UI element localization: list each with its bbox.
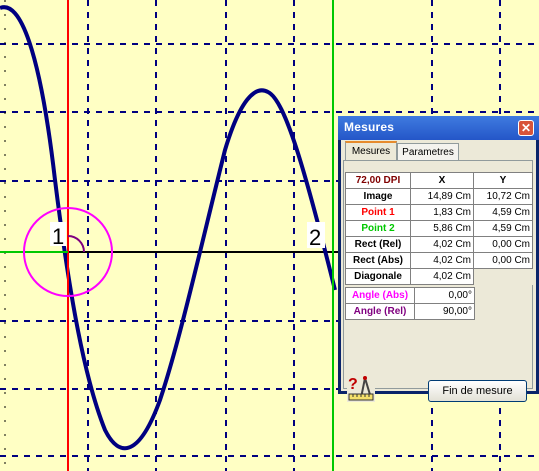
row-x-point2: 5,86 Cm (410, 220, 474, 237)
angle-abs-value: 0,00° (414, 287, 475, 304)
row-label-point1: Point 1 (345, 204, 411, 221)
table-row: Point 1 1,83 Cm 4,59 Cm (345, 204, 533, 221)
row-y-rect-rel: 0,00 Cm (473, 236, 533, 253)
dialog-client: Mesures Parametres 72,00 DPI X Y Image 1… (341, 140, 536, 402)
row-x-image: 14,89 Cm (410, 188, 474, 205)
table-row: Rect (Abs) 4,02 Cm 0,00 Cm (345, 252, 533, 269)
row-x-rect-rel: 4,02 Cm (410, 236, 474, 253)
angle-table: Angle (Abs) 0,00° Angle (Rel) 90,00° (345, 287, 475, 320)
row-label-image: Image (345, 188, 411, 205)
angle-rel-value: 90,00° (414, 303, 475, 320)
row-label-rect-abs: Rect (Abs) (345, 252, 411, 269)
help-ruler-icon[interactable]: ? (347, 374, 375, 402)
row-y-point1: 4,59 Cm (473, 204, 533, 221)
col-y-header: Y (473, 172, 533, 189)
col-x-header: X (410, 172, 474, 189)
tab-mesures[interactable]: Mesures (345, 141, 397, 160)
marker1-label: 1 (52, 224, 64, 249)
dialog-title: Mesures (344, 120, 395, 134)
fin-de-mesure-button[interactable]: Fin de mesure (428, 380, 527, 402)
mesures-dialog: Mesures ✕ Mesures Parametres 72,00 DPI X… (338, 116, 539, 402)
table-row: Angle (Abs) 0,00° (345, 287, 475, 304)
dialog-titlebar[interactable]: Mesures ✕ (338, 116, 539, 140)
tab-parametres[interactable]: Parametres (397, 143, 459, 160)
row-y-image: 10,72 Cm (473, 188, 533, 205)
measure-table: 72,00 DPI X Y Image 14,89 Cm 10,72 Cm Po… (345, 172, 533, 285)
table-row: Point 2 5,86 Cm 4,59 Cm (345, 220, 533, 237)
row-label-diagonale: Diagonale (345, 268, 411, 285)
row-y-rect-abs: 0,00 Cm (473, 252, 533, 269)
row-label-rect-rel: Rect (Rel) (345, 236, 411, 253)
marker2-label: 2 (309, 225, 321, 250)
svg-text:?: ? (348, 376, 358, 393)
table-row: Angle (Rel) 90,00° (345, 303, 475, 320)
row-x-rect-abs: 4,02 Cm (410, 252, 474, 269)
dpi-cell: 72,00 DPI (345, 172, 411, 189)
row-label-point2: Point 2 (345, 220, 411, 237)
row-empty-cell (473, 268, 533, 285)
angle-abs-label: Angle (Abs) (345, 287, 415, 304)
angle-rel-label: Angle (Rel) (345, 303, 415, 320)
close-icon[interactable]: ✕ (518, 120, 534, 136)
row-y-point2: 4,59 Cm (473, 220, 533, 237)
table-row: Rect (Rel) 4,02 Cm 0,00 Cm (345, 236, 533, 253)
row-x-point1: 1,83 Cm (410, 204, 474, 221)
table-row: Image 14,89 Cm 10,72 Cm (345, 188, 533, 205)
row-x-diagonale: 4,02 Cm (410, 268, 474, 285)
table-header-row: 72,00 DPI X Y (345, 172, 533, 189)
table-row: Diagonale 4,02 Cm (345, 268, 533, 285)
